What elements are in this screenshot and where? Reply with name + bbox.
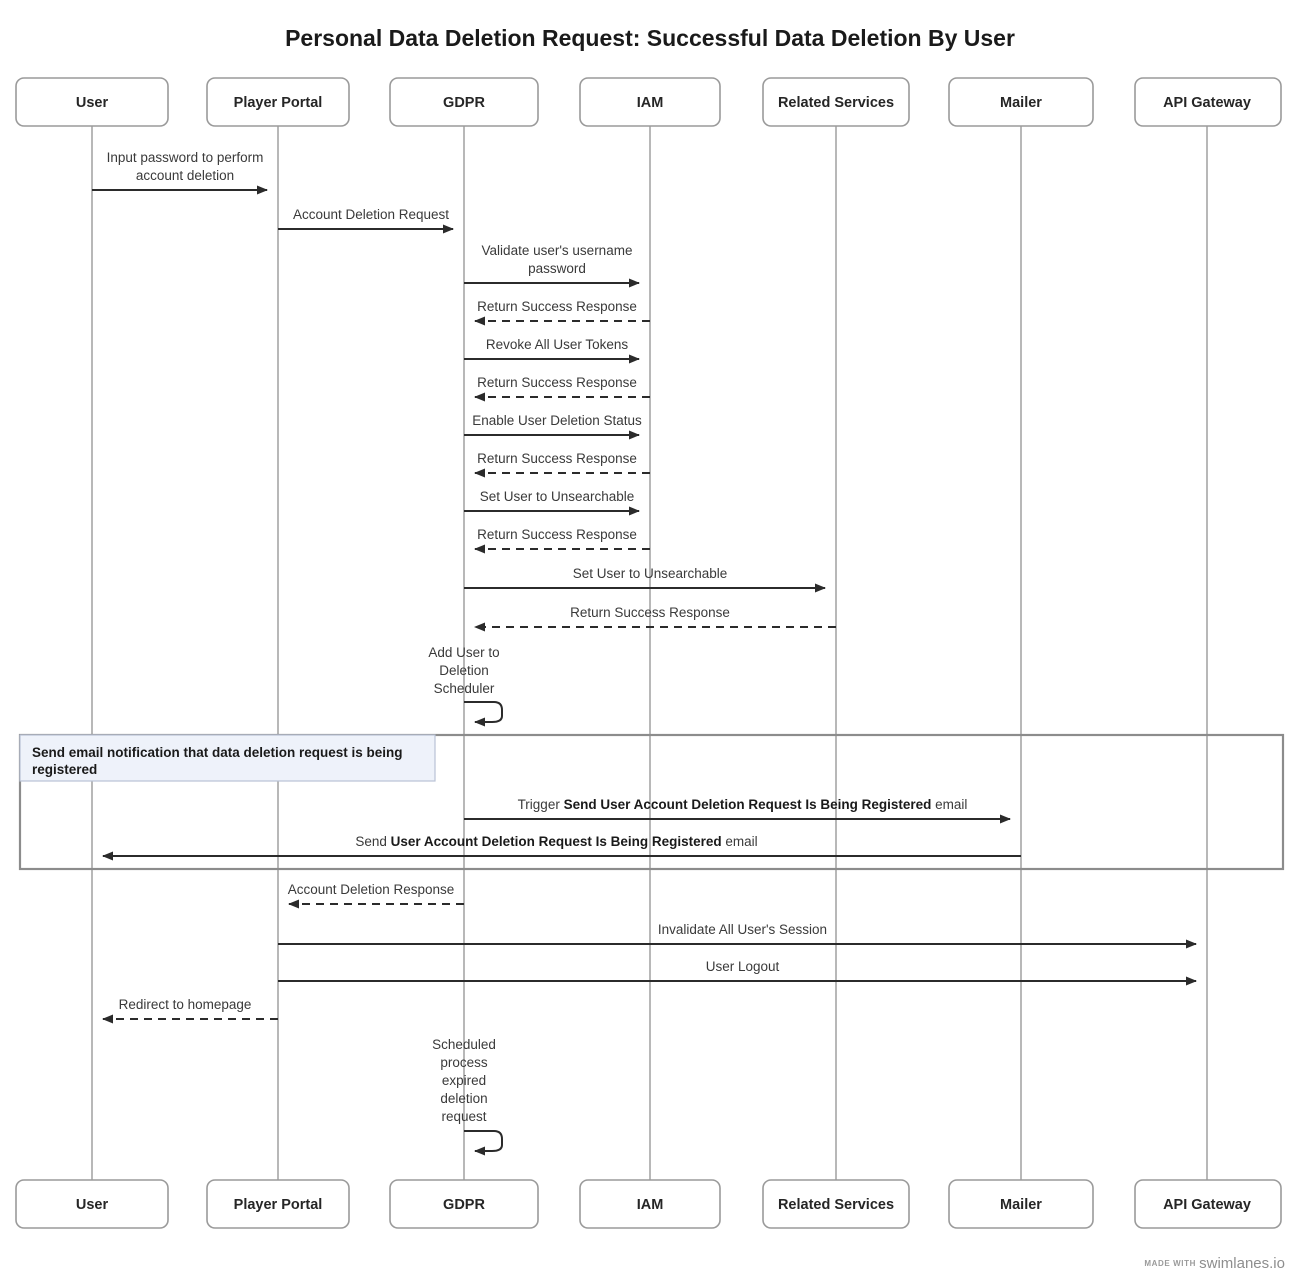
participant-gateway-top[interactable]: API Gateway (1134, 77, 1282, 127)
participant-related-top[interactable]: Related Services (762, 77, 910, 127)
self-message-label-s1: Scheduler (434, 681, 495, 696)
participant-label-portal: Player Portal (234, 1197, 323, 1213)
message-label-m1: Input password to perform (107, 150, 264, 165)
message-label-m4: Return Success Response (477, 299, 637, 314)
participant-user-bottom[interactable]: User (15, 1179, 169, 1229)
fragment-label-line: Send email notification that data deleti… (32, 745, 403, 760)
self-messages-group: Add User to Deletion Scheduler Scheduled pro… (428, 645, 503, 1156)
message-label-m8: Return Success Response (477, 451, 637, 466)
message-label-m10: Return Success Response (477, 527, 637, 542)
participant-label-gateway: API Gateway (1163, 95, 1251, 111)
participant-gdpr-top[interactable]: GDPR (389, 77, 539, 127)
message-label-m14: Send User Account Deletion Request Is Be… (355, 834, 757, 849)
participant-mailer-bottom[interactable]: Mailer (948, 1179, 1094, 1229)
message-label-m12: Return Success Response (570, 605, 730, 620)
watermark-made-with: MADE WITH (1144, 1259, 1196, 1268)
message-label-m13: Trigger Send User Account Deletion Reque… (518, 797, 968, 812)
participant-label-gateway: API Gateway (1163, 1197, 1251, 1213)
participant-label-iam: IAM (637, 95, 664, 111)
watermark-brand[interactable]: swimlanes.io (1199, 1255, 1285, 1272)
page-title: Personal Data Deletion Request: Successf… (285, 25, 1015, 51)
message-label-m9: Set User to Unsearchable (480, 489, 635, 504)
self-message-label-s2: Scheduled (432, 1037, 496, 1052)
participant-related-bottom[interactable]: Related Services (762, 1179, 910, 1229)
message-label-m15: Account Deletion Response (288, 882, 455, 897)
self-message-label-s1: Deletion (439, 663, 489, 678)
message-label-m6: Return Success Response (477, 375, 637, 390)
participant-gateway-bottom[interactable]: API Gateway (1134, 1179, 1282, 1229)
participant-label-user: User (76, 95, 109, 111)
participant-label-gdpr: GDPR (443, 95, 485, 111)
self-message-label-s2: expired (442, 1073, 486, 1088)
diagram-title-group: Personal Data Deletion Request: Successf… (285, 25, 1015, 51)
message-label-m5: Revoke All User Tokens (486, 337, 629, 352)
participant-label-iam: IAM (637, 1197, 664, 1213)
self-message-label-s2: request (441, 1109, 486, 1124)
participant-label-related: Related Services (778, 1197, 894, 1213)
participant-label-user: User (76, 1197, 109, 1213)
participant-label-mailer: Mailer (1000, 95, 1042, 111)
participant-user-top[interactable]: User (15, 77, 169, 127)
lifelines-group (91, 126, 1208, 1180)
participant-iam-top[interactable]: IAM (579, 77, 721, 127)
self-message-label-s2: deletion (440, 1091, 487, 1106)
participant-gdpr-bottom[interactable]: GDPR (389, 1179, 539, 1229)
message-label-m11: Set User to Unsearchable (573, 566, 728, 581)
participant-iam-bottom[interactable]: IAM (579, 1179, 721, 1229)
watermark-group: MADE WITH swimlanes.io (1144, 1255, 1285, 1272)
self-message-loop-s2 (464, 1130, 503, 1156)
self-message-label-s2: process (440, 1055, 488, 1070)
sequence-diagram-canvas: Personal Data Deletion Request: Successf… (0, 0, 1300, 1288)
participant-portal-top[interactable]: Player Portal (206, 77, 350, 127)
participant-mailer-top[interactable]: Mailer (948, 77, 1094, 127)
participants-group: User User Player Portal Player Portal GDPR GD… (15, 77, 1282, 1229)
message-label-m1: account deletion (136, 168, 234, 183)
self-message-label-s1: Add User to (428, 645, 499, 660)
participant-label-portal: Player Portal (234, 95, 323, 111)
message-label-m3: password (528, 261, 586, 276)
message-label-m16: Invalidate All User's Session (658, 922, 827, 937)
self-message-loop-s1 (464, 701, 503, 727)
message-label-m17: User Logout (706, 959, 780, 974)
message-label-m2: Account Deletion Request (293, 207, 449, 222)
participant-label-mailer: Mailer (1000, 1197, 1042, 1213)
messages-group: Input password to perform account deletio… (92, 150, 1197, 1024)
participant-label-gdpr: GDPR (443, 1197, 485, 1213)
message-label-m7: Enable User Deletion Status (472, 413, 642, 428)
fragment-label-line: registered (32, 762, 97, 777)
diagram-svg: Personal Data Deletion Request: Successf… (15, 25, 1285, 1272)
participant-portal-bottom[interactable]: Player Portal (206, 1179, 350, 1229)
participant-label-related: Related Services (778, 95, 894, 111)
message-label-m3: Validate user's username (482, 243, 633, 258)
message-label-m18: Redirect to homepage (119, 997, 252, 1012)
